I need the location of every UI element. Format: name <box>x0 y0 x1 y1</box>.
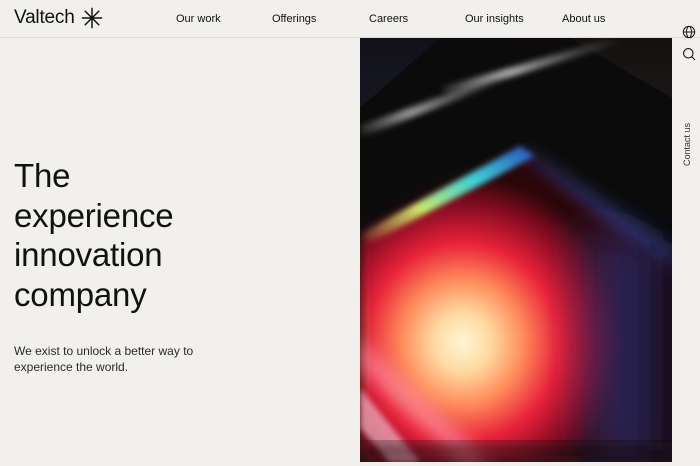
hero-subtitle: We exist to unlock a better way to exper… <box>14 343 234 375</box>
hero-title-line: The <box>14 157 71 194</box>
hero-prism-image <box>360 38 672 462</box>
prism-light-artwork <box>360 38 672 462</box>
globe-icon[interactable] <box>682 25 696 39</box>
nav-our-insights[interactable]: Our insights <box>465 12 524 26</box>
hero-subtitle-line: We exist to unlock a better way to <box>14 344 194 358</box>
hero-title-line: company <box>14 275 147 313</box>
search-icon[interactable] <box>682 47 696 61</box>
hero-title: The experience innovation company <box>14 156 314 314</box>
hero-title-line: experience <box>14 196 174 234</box>
nav-careers[interactable]: Careers <box>369 12 408 26</box>
contact-us-link[interactable]: Contact us <box>682 123 692 166</box>
hero-title-line: innovation <box>14 236 163 273</box>
nav-about-us[interactable]: About us <box>562 12 605 26</box>
site-header: Valtech Our work Offerings Careers Our i… <box>0 0 700 38</box>
right-rail: Contact us <box>672 18 700 466</box>
hero-subtitle-line: experience the world. <box>14 360 129 374</box>
logo-wordmark: Valtech <box>14 7 75 28</box>
valtech-logo[interactable]: Valtech <box>14 6 103 30</box>
nav-offerings[interactable]: Offerings <box>272 12 316 26</box>
asterisk-logo-icon <box>81 7 102 29</box>
nav-our-work[interactable]: Our work <box>176 12 221 26</box>
